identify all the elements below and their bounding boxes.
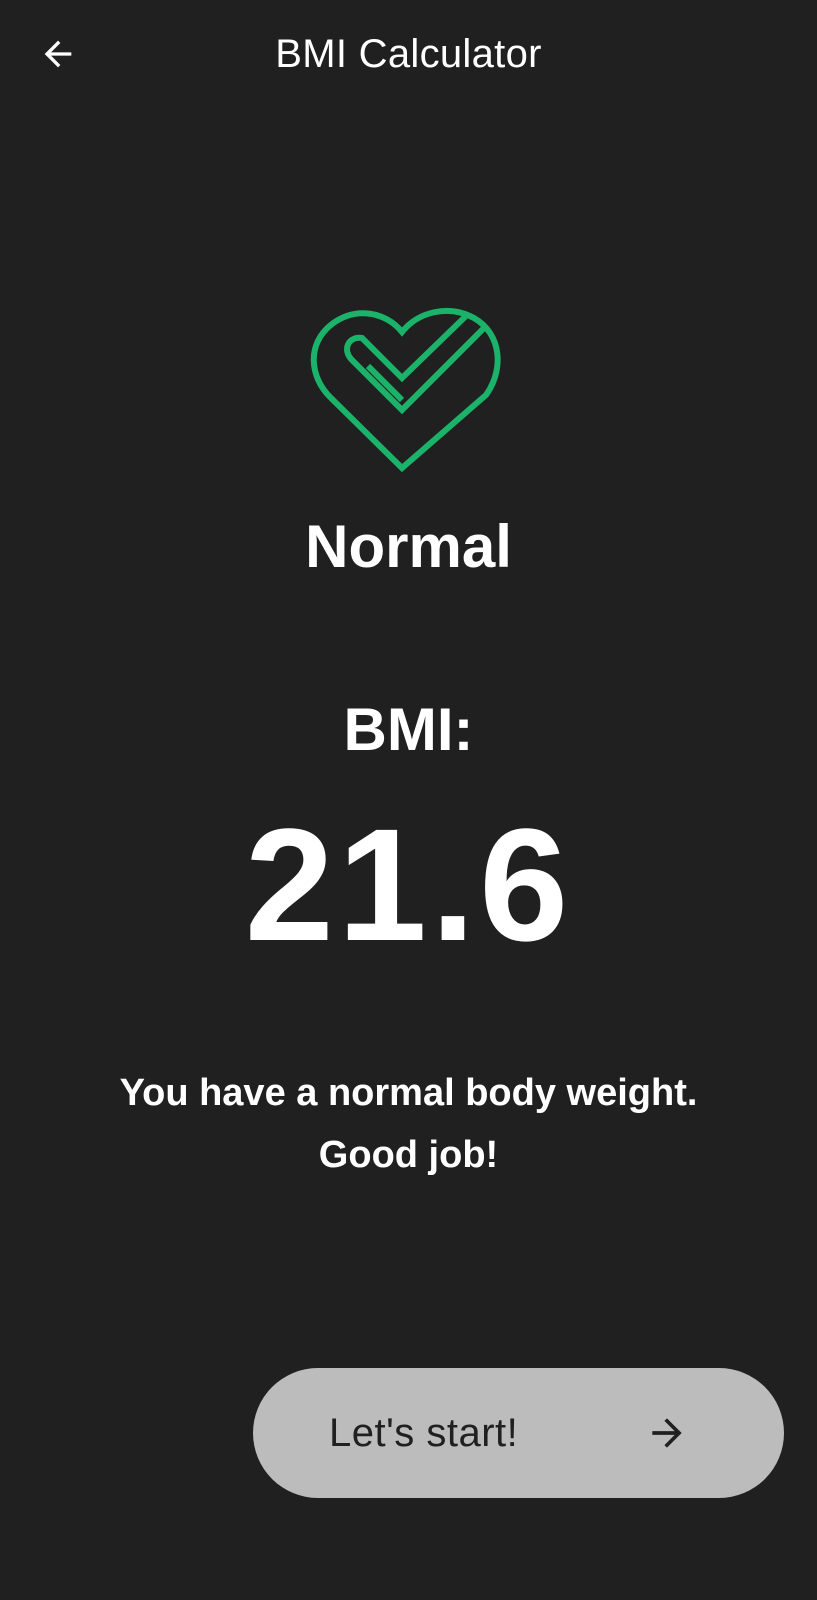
status-label: Normal <box>305 513 512 580</box>
start-button[interactable]: Let's start! <box>253 1368 784 1498</box>
start-button-label: Let's start! <box>329 1411 519 1455</box>
result-message-line-2: Good job! <box>318 1134 499 1176</box>
arrow-forward-icon <box>652 1418 682 1448</box>
page-title: BMI Calculator <box>275 32 542 76</box>
result-message: You have a normal body weight. Good job! <box>60 1062 757 1186</box>
result-message-line-1: You have a normal body weight. <box>119 1072 698 1114</box>
heart-check-icon <box>310 308 501 473</box>
bmi-value: 21.6 <box>244 795 573 974</box>
app-bar: BMI Calculator <box>0 0 817 110</box>
bmi-label: BMI: <box>343 696 474 763</box>
